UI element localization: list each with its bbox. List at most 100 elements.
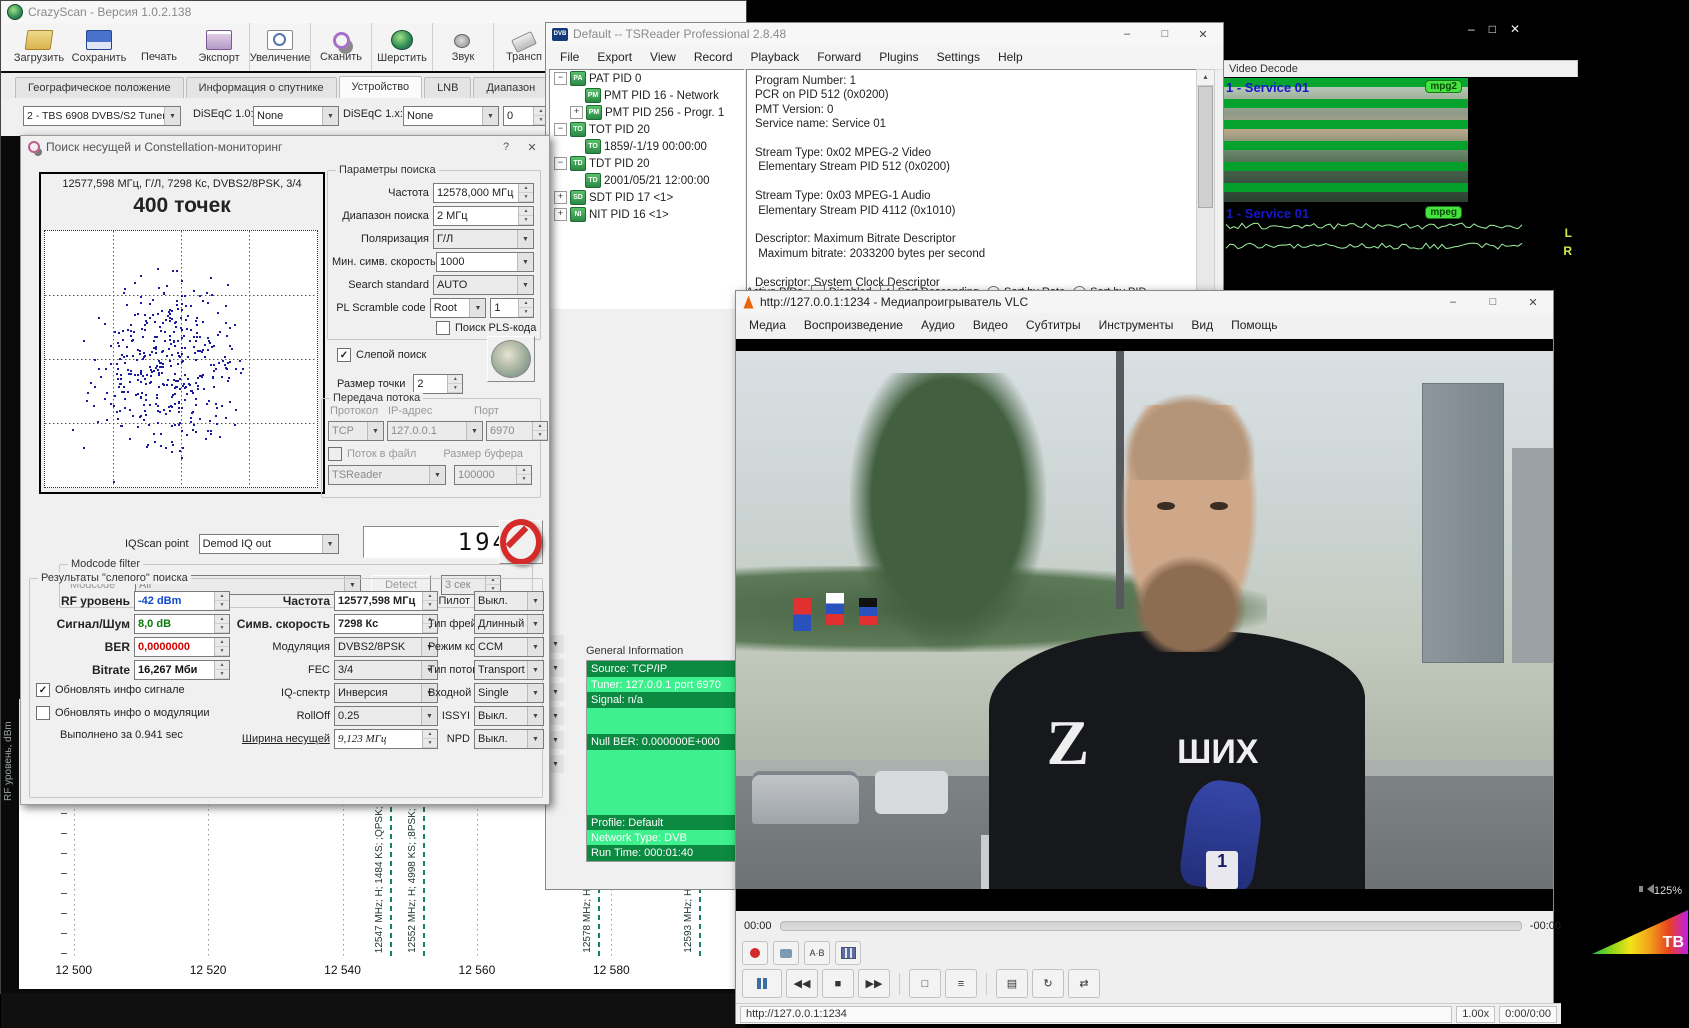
tree-item[interactable]: −TDTDT PID 20 bbox=[550, 155, 744, 172]
chevron-down-icon[interactable]: ▼ bbox=[517, 253, 533, 271]
menu-воспроизведение[interactable]: Воспроизведение bbox=[795, 316, 912, 334]
result-field[interactable]: DVBS2/8PSK▼ bbox=[334, 637, 438, 657]
toolbar-scan-button[interactable]: Сканить bbox=[311, 23, 372, 71]
menu-view[interactable]: View bbox=[642, 48, 684, 66]
chevron-down-icon[interactable]: ▲▼ bbox=[518, 184, 533, 202]
tab-информация-о-спутнике[interactable]: Информация о спутнике bbox=[186, 77, 337, 98]
result-field[interactable]: Выкл.▼ bbox=[474, 729, 544, 749]
maximize-button[interactable]: □ bbox=[1151, 28, 1179, 41]
tree-item[interactable]: PMPMT PID 16 - Network bbox=[550, 87, 744, 104]
close-button[interactable]: ✕ bbox=[1510, 22, 1520, 36]
update-signal-checkbox[interactable]: ✓Обновлять инфо сигнале bbox=[36, 683, 185, 697]
iqscan-select[interactable]: Demod IQ out▼ bbox=[199, 534, 339, 554]
minimize-button[interactable]: – bbox=[1468, 22, 1475, 36]
stop-button[interactable]: ■ bbox=[822, 969, 854, 998]
tab-устройство[interactable]: Устройство bbox=[339, 76, 423, 99]
protocol-select[interactable]: TCP▼ bbox=[328, 421, 384, 441]
pause-button[interactable] bbox=[742, 969, 782, 998]
update-modulation-checkbox[interactable]: Обновлять инфо о модуляции bbox=[36, 706, 210, 720]
toolbar-crawl-button[interactable]: Шерстить bbox=[372, 23, 433, 71]
ab-loop-button[interactable]: A·B bbox=[804, 941, 830, 965]
scroll-up-icon[interactable]: ▲ bbox=[1197, 70, 1214, 86]
stop-button[interactable] bbox=[499, 520, 543, 564]
checkbox[interactable]: ✓ bbox=[36, 683, 50, 697]
tab-lnb[interactable]: LNB bbox=[424, 77, 471, 98]
vlc-video-area[interactable]: 1 Z ШИХ bbox=[736, 339, 1553, 911]
tsreader-titlebar[interactable]: DVB Default -- TSReader Professional 2.8… bbox=[546, 23, 1223, 45]
tree-item[interactable]: −TOTOT PID 20 bbox=[550, 121, 744, 138]
result-field[interactable]: 3/4▼ bbox=[334, 660, 438, 680]
snapshot-button[interactable] bbox=[773, 941, 799, 965]
record-button[interactable] bbox=[742, 941, 768, 965]
param-field-5[interactable]: Root▼ bbox=[430, 298, 487, 318]
tab-диапазон[interactable]: Диапазон bbox=[473, 77, 548, 98]
close-button[interactable]: ✕ bbox=[1519, 296, 1547, 309]
close-button[interactable]: ✕ bbox=[1189, 28, 1217, 41]
result-field[interactable]: Выкл.▼ bbox=[474, 706, 544, 726]
checkbox[interactable] bbox=[36, 706, 50, 720]
audio-meter-panel[interactable]: 1 - Service 01 mpeg L R bbox=[1222, 204, 1578, 260]
menu-вид[interactable]: Вид bbox=[1182, 316, 1222, 334]
dot-size-spinner[interactable]: 2▲▼ bbox=[413, 374, 463, 394]
menu-settings[interactable]: Settings bbox=[929, 48, 988, 66]
frame-by-frame-button[interactable] bbox=[835, 941, 861, 965]
buffer-spinner[interactable]: 100000▲▼ bbox=[454, 465, 532, 485]
constellation-globe-button[interactable] bbox=[487, 336, 535, 382]
tuner-select[interactable]: 2 - TBS 6908 DVBS/S2 Tuner 0▼ bbox=[23, 106, 181, 126]
expand-icon[interactable]: + bbox=[554, 208, 567, 221]
param-field-2[interactable]: Г/Л▼ bbox=[433, 229, 534, 249]
result-field[interactable]: 9,123 МГц▲▼ bbox=[334, 729, 438, 749]
menu-видео[interactable]: Видео bbox=[964, 316, 1017, 334]
fullscreen-button[interactable]: □ bbox=[909, 969, 941, 998]
menu-помощь[interactable]: Помощь bbox=[1222, 316, 1286, 334]
seek-bar[interactable] bbox=[780, 921, 1522, 931]
diseqc1x-select[interactable]: None▼ bbox=[403, 106, 499, 126]
result-field[interactable]: 7298 Кс▲▼ bbox=[334, 614, 438, 634]
extended-settings-button[interactable]: ≡ bbox=[945, 969, 977, 998]
maximize-button[interactable]: □ bbox=[1489, 22, 1496, 36]
tree-item[interactable]: −PAPAT PID 0 bbox=[550, 70, 744, 87]
expand-icon[interactable]: − bbox=[554, 157, 567, 170]
expand-icon[interactable]: + bbox=[570, 106, 583, 119]
vlc-titlebar[interactable]: http://127.0.0.1:1234 - Медиапроигрывате… bbox=[736, 291, 1553, 313]
chevron-down-icon[interactable]: ▼ bbox=[517, 230, 533, 248]
writer-select[interactable]: TSReader▼ bbox=[328, 465, 446, 485]
blind-search-checkbox[interactable]: ✓ Слепой поиск bbox=[337, 348, 426, 362]
result-field[interactable]: Инверсия▼ bbox=[334, 683, 438, 703]
result-field[interactable]: 12577,598 МГц▲▼ bbox=[334, 591, 438, 611]
menu-help[interactable]: Help bbox=[990, 48, 1031, 66]
stream-to-file-checkbox[interactable] bbox=[328, 447, 342, 461]
playlist-button[interactable]: ▤ bbox=[996, 969, 1028, 998]
chevron-down-icon[interactable]: ▲▼ bbox=[518, 207, 533, 225]
param-field-3[interactable]: 1000▼ bbox=[436, 252, 534, 272]
menu-export[interactable]: Export bbox=[589, 48, 640, 66]
result-field[interactable]: CCM▼ bbox=[474, 637, 544, 657]
menu-медиа[interactable]: Медиа bbox=[740, 316, 795, 334]
menu-playback[interactable]: Playback bbox=[743, 48, 808, 66]
expand-icon[interactable]: + bbox=[554, 191, 567, 204]
shuffle-button[interactable]: ⇄ bbox=[1068, 969, 1100, 998]
ip-select[interactable]: 127.0.0.1▼ bbox=[387, 421, 483, 441]
result-value-0[interactable]: -42 dBm▲▼ bbox=[134, 591, 230, 611]
pid-tree[interactable]: −PAPAT PID 0PMPMT PID 16 - Network+PMPMT… bbox=[549, 69, 745, 309]
checkbox[interactable]: ✓ bbox=[337, 348, 351, 362]
param-field-1[interactable]: 2 МГц▲▼ bbox=[433, 206, 534, 226]
result-field[interactable]: 0.25▼ bbox=[334, 706, 438, 726]
toolbar-print-button[interactable]: Печать bbox=[129, 23, 189, 71]
menu-инструменты[interactable]: Инструменты bbox=[1090, 316, 1183, 334]
tree-item[interactable]: +NINIT PID 16 <1> bbox=[550, 206, 744, 223]
chevron-down-icon[interactable]: ▼ bbox=[469, 299, 485, 317]
result-field[interactable]: Transport▼ bbox=[474, 660, 544, 680]
tree-item[interactable]: TO1859/-1/19 00:00:00 bbox=[550, 138, 744, 155]
toolbar-load-button[interactable]: Загрузить bbox=[9, 23, 69, 71]
expand-icon[interactable]: − bbox=[554, 123, 567, 136]
menu-plugins[interactable]: Plugins bbox=[871, 48, 926, 66]
toolbar-save-button[interactable]: Сохранить bbox=[69, 23, 129, 71]
pls-index-spinner[interactable]: 1▲▼ bbox=[490, 298, 534, 318]
crazyscan-titlebar[interactable]: CrazyScan - Версия 1.0.2.138 bbox=[1, 1, 746, 23]
toolbar-sound-button[interactable]: Звук bbox=[433, 23, 494, 71]
toolbar-zoom-button[interactable]: Увеличение bbox=[250, 23, 311, 71]
result-field[interactable]: Длинный▼ bbox=[474, 614, 544, 634]
tree-item[interactable]: +SDSDT PID 17 <1> bbox=[550, 189, 744, 206]
toolbar-export-button[interactable]: Экспорт bbox=[189, 23, 250, 71]
